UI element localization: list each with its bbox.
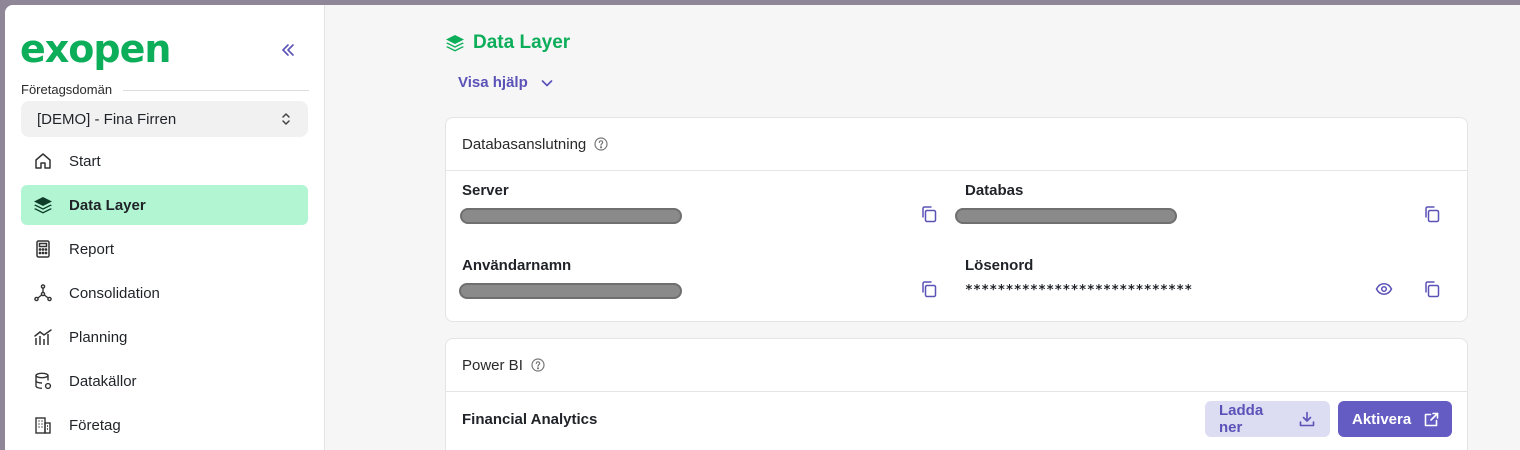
- activate-button[interactable]: Aktivera: [1338, 401, 1452, 437]
- eye-icon: [1375, 283, 1393, 295]
- download-icon: [1298, 410, 1316, 428]
- card-title: Databasanslutning: [462, 135, 587, 153]
- activate-button-label: Aktivera: [1352, 410, 1412, 428]
- domain-select-value: [DEMO] - Fina Firren: [37, 110, 177, 128]
- copy-icon: [922, 206, 937, 223]
- copy-username-button[interactable]: [918, 278, 940, 300]
- chevrons-left-icon: [282, 44, 294, 56]
- database-icon: [33, 371, 53, 391]
- sidebar-item-planning[interactable]: Planning: [21, 317, 308, 357]
- divider: [123, 90, 309, 91]
- domain-select[interactable]: [DEMO] - Fina Firren: [21, 101, 308, 137]
- username-label: Användarnamn: [462, 257, 572, 274]
- sidebar-item-consolidation[interactable]: Consolidation: [21, 273, 308, 313]
- copy-icon: [922, 281, 937, 298]
- database-connection-card: Databasanslutning Server Databas Använda…: [445, 117, 1468, 322]
- download-button-label: Ladda ner: [1219, 402, 1264, 436]
- sidebar: exopen Företagsdomän [DEMO] - Fina Firre…: [5, 5, 325, 450]
- chart-icon: [33, 327, 53, 347]
- sidebar-item-data-layer[interactable]: Data Layer: [21, 185, 308, 225]
- server-value-redacted: [460, 208, 682, 224]
- external-link-icon: [1423, 411, 1440, 428]
- layers-icon: [33, 195, 53, 215]
- sidebar-item-label: Planning: [69, 328, 128, 346]
- copy-database-button[interactable]: [1421, 203, 1443, 225]
- page-title: Data Layer: [445, 32, 570, 54]
- page-title-text: Data Layer: [473, 32, 571, 53]
- calculator-icon: [33, 239, 53, 259]
- database-value-redacted: [955, 208, 1177, 224]
- show-help-toggle[interactable]: Visa hjälp: [458, 74, 554, 91]
- main-content: Data Layer Visa hjälp Databasanslutning …: [325, 5, 1520, 450]
- sidebar-item-foretag[interactable]: Företag: [21, 405, 308, 445]
- username-value-redacted: [459, 283, 682, 299]
- show-password-button[interactable]: [1373, 278, 1395, 300]
- download-button[interactable]: Ladda ner: [1205, 401, 1330, 437]
- power-bi-card: Power BI Financial Analytics Ladda ner A…: [445, 338, 1468, 450]
- collapse-sidebar-button[interactable]: [277, 39, 299, 61]
- show-help-label: Visa hjälp: [458, 74, 528, 91]
- sidebar-nav: Start Data Layer Report Consolidation Pl…: [21, 141, 308, 449]
- sidebar-item-start[interactable]: Start: [21, 141, 308, 181]
- server-label: Server: [462, 182, 509, 199]
- layers-icon: [445, 33, 465, 53]
- sidebar-item-datakallor[interactable]: Datakällor: [21, 361, 308, 401]
- sidebar-item-label: Consolidation: [69, 284, 160, 302]
- domain-label: Företagsdomän: [21, 82, 113, 97]
- database-label: Databas: [965, 182, 1024, 199]
- copy-icon: [1425, 206, 1440, 223]
- help-circle-icon[interactable]: [594, 137, 608, 151]
- sidebar-item-report[interactable]: Report: [21, 229, 308, 269]
- select-chevrons-icon: [282, 113, 290, 125]
- copy-password-button[interactable]: [1421, 278, 1443, 300]
- financial-analytics-title: Financial Analytics: [462, 411, 598, 428]
- sidebar-item-label: Start: [69, 152, 101, 170]
- help-circle-icon[interactable]: [531, 358, 545, 372]
- sidebar-item-label: Report: [69, 240, 115, 258]
- chevron-down-icon: [540, 76, 554, 90]
- copy-server-button[interactable]: [918, 203, 940, 225]
- sidebar-item-label: Företag: [69, 416, 121, 434]
- password-value: ****************************: [965, 283, 1193, 298]
- card-header: Power BI: [446, 339, 1467, 392]
- network-icon: [33, 283, 53, 303]
- password-label: Lösenord: [965, 257, 1034, 274]
- sidebar-item-label: Datakällor: [69, 372, 137, 390]
- app-window: exopen Företagsdomän [DEMO] - Fina Firre…: [5, 5, 1520, 450]
- sidebar-item-label: Data Layer: [69, 196, 146, 214]
- home-icon: [33, 151, 53, 171]
- card-title: Power BI: [462, 356, 523, 374]
- building-icon: [33, 415, 53, 435]
- copy-icon: [1425, 281, 1440, 298]
- card-header: Databasanslutning: [446, 118, 1467, 171]
- exopen-logo: exopen: [20, 27, 171, 71]
